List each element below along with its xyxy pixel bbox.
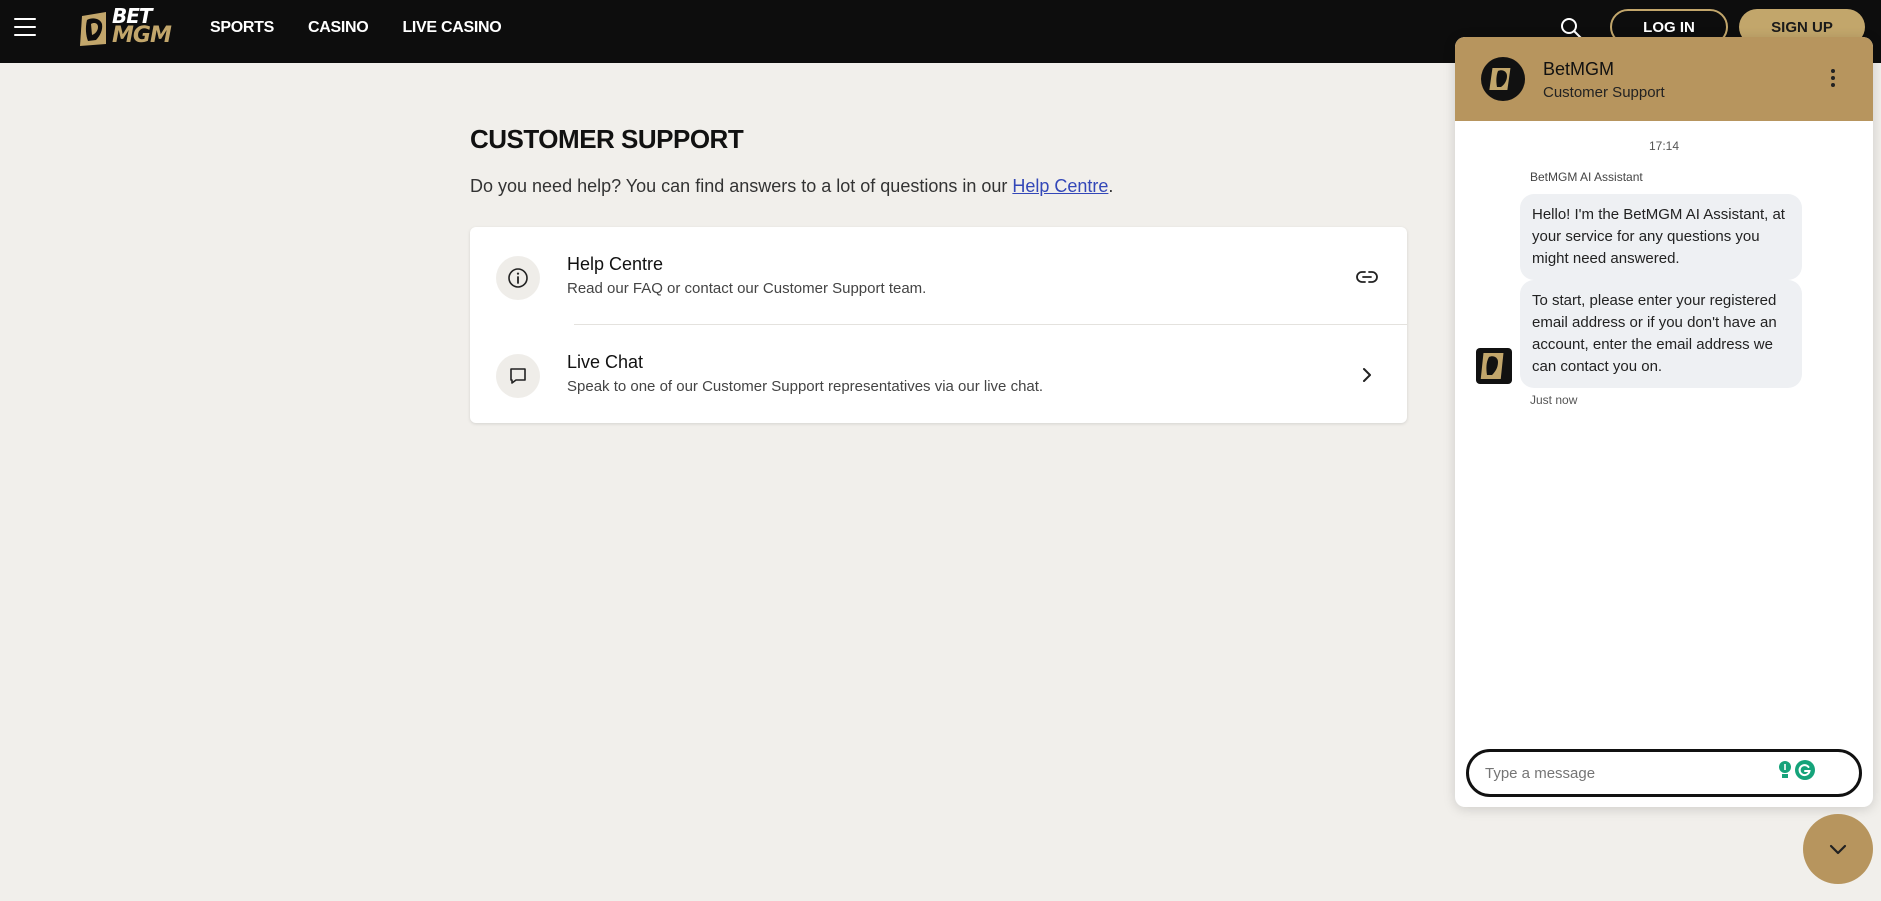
nav-casino[interactable]: CASINO — [308, 19, 369, 37]
help-centre-row[interactable]: Help Centre Read our FAQ or contact our … — [470, 227, 1407, 325]
help-centre-link[interactable]: Help Centre — [1012, 176, 1108, 196]
nav-sports[interactable]: SPORTS — [210, 19, 274, 37]
message-input[interactable] — [1485, 762, 1745, 784]
help-centre-title: Help Centre — [567, 254, 664, 274]
info-icon — [496, 256, 540, 300]
more-options-icon[interactable] — [1825, 67, 1841, 89]
live-chat-title: Live Chat — [567, 352, 644, 372]
intro-text-body: Do you need help? You can find answers t… — [470, 176, 1013, 196]
main-nav: SPORTS CASINO LIVE CASINO — [210, 0, 502, 55]
chevron-down-icon — [1829, 844, 1847, 855]
page-title: CUSTOMER SUPPORT — [470, 124, 744, 154]
chat-widget: BetMGM Customer Support 17:14 BetMGM AI … — [1455, 37, 1873, 807]
message-status: Just now — [1530, 393, 1578, 407]
support-options-card: Help Centre Read our FAQ or contact our … — [470, 227, 1407, 423]
message-sender: BetMGM AI Assistant — [1530, 170, 1643, 184]
intro-text-end: . — [1108, 176, 1114, 196]
live-chat-subtitle: Speak to one of our Customer Support rep… — [567, 378, 1044, 395]
betmgm-logo[interactable]: BET MGM — [76, 6, 172, 50]
lion-logo-icon — [80, 12, 106, 46]
chat-header: BetMGM Customer Support — [1455, 37, 1873, 121]
chat-bubble-icon — [496, 354, 540, 398]
help-centre-subtitle: Read our FAQ or contact our Customer Sup… — [567, 280, 927, 297]
chat-avatar-logo-icon — [1481, 57, 1525, 101]
external-link-icon[interactable] — [1354, 264, 1380, 290]
bot-avatar-icon — [1476, 348, 1512, 384]
live-chat-row[interactable]: Live Chat Speak to one of our Customer S… — [470, 325, 1407, 423]
chat-minimize-button[interactable] — [1803, 814, 1873, 884]
message-composer[interactable] — [1466, 749, 1862, 797]
chat-agent-name: BetMGM — [1543, 59, 1615, 79]
chat-timestamp: 17:14 — [1648, 139, 1680, 153]
chevron-right-icon[interactable] — [1354, 362, 1380, 388]
logo-wordmark: BET MGM — [112, 6, 172, 48]
intro-text: Do you need help? You can find answers t… — [470, 176, 1113, 197]
chat-agent-subtitle: Customer Support — [1543, 84, 1665, 101]
chat-message: Hello! I'm the BetMGM AI Assistant, at y… — [1520, 194, 1802, 280]
hamburger-menu-icon[interactable] — [14, 18, 36, 36]
logo-mgm-text: MGM — [112, 23, 172, 48]
grammarly-icon[interactable] — [1795, 760, 1815, 780]
nav-live-casino[interactable]: LIVE CASINO — [402, 19, 501, 37]
lightbulb-extension-icon[interactable] — [1777, 760, 1793, 782]
chat-message: To start, please enter your registered e… — [1520, 280, 1802, 388]
